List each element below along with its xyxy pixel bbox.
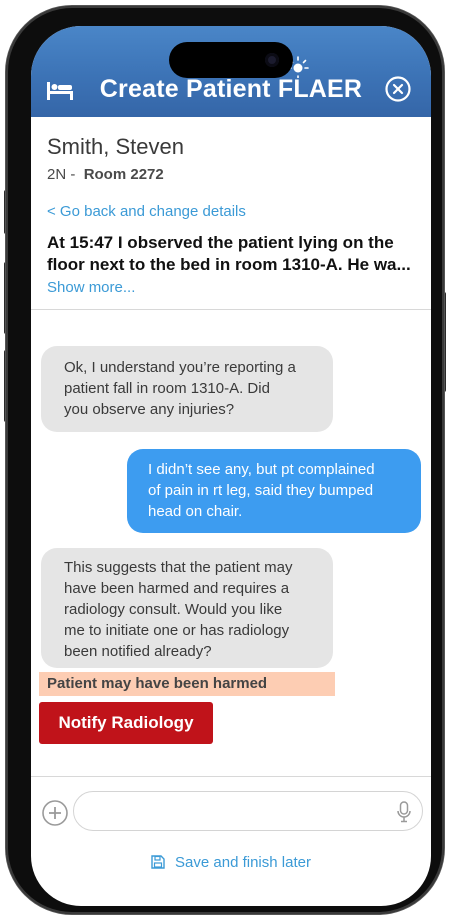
save-icon [151, 855, 165, 869]
message-line: This suggests that the patient may [64, 559, 293, 576]
screen: Create Patient FLAER Smith, Steven 2N - … [31, 26, 431, 906]
notify-radiology-button[interactable]: Notify Radiology [39, 702, 213, 744]
divider [31, 776, 431, 777]
message-line: you observe any injuries? [64, 401, 235, 418]
message-line: patient fall in room 1310-A. Did [64, 380, 270, 397]
close-icon[interactable] [385, 76, 411, 102]
message-line: radiology consult. Would you like [64, 601, 283, 618]
assistant-message: This suggests that the patient may have … [41, 548, 333, 668]
patient-unit: 2N - [47, 166, 76, 183]
message-line: been notified already? [64, 643, 212, 660]
save-label: Save and finish later [175, 854, 311, 871]
message-line: I didn’t see any, but pt complained [148, 461, 375, 478]
patient-location: 2N - Room 2272 [47, 166, 184, 183]
message-line: head on chair. [148, 503, 243, 520]
patient-name: Smith, Steven [47, 134, 184, 159]
camera [265, 53, 279, 67]
assistant-message: Ok, I understand you’re reporting a pati… [41, 346, 333, 432]
dynamic-island [169, 42, 293, 78]
phone-frame: Create Patient FLAER Smith, Steven 2N - … [6, 6, 444, 914]
microphone-icon[interactable] [396, 801, 412, 823]
page-title: Create Patient FLAER [99, 75, 363, 103]
patient-info: Smith, Steven 2N - Room 2272 [47, 134, 184, 183]
save-and-finish-later-link[interactable]: Save and finish later [31, 854, 431, 871]
show-more-link[interactable]: Show more... [47, 279, 135, 296]
back-link[interactable]: < Go back and change details [47, 203, 246, 220]
harm-warning: Patient may have been harmed [39, 672, 335, 696]
observation-text: At 15:47 I observed the patient lying on… [47, 232, 419, 276]
message-line: have been harmed and requires a [64, 580, 290, 597]
patient-room: Room 2272 [83, 166, 164, 183]
message-input[interactable] [73, 791, 423, 831]
add-attachment-icon[interactable] [42, 800, 68, 826]
divider [31, 309, 431, 310]
user-message: I didn’t see any, but pt complained of p… [127, 449, 421, 533]
observation-line: At 15:47 I observed the patient lying on… [47, 233, 394, 252]
message-line: of pain in rt leg, said they bumped [148, 482, 374, 499]
message-line: Ok, I understand you’re reporting a [64, 359, 296, 376]
message-line: me to initiate one or has radiology [64, 622, 290, 639]
observation-line: floor next to the bed in room 1310-A. He… [47, 255, 411, 274]
